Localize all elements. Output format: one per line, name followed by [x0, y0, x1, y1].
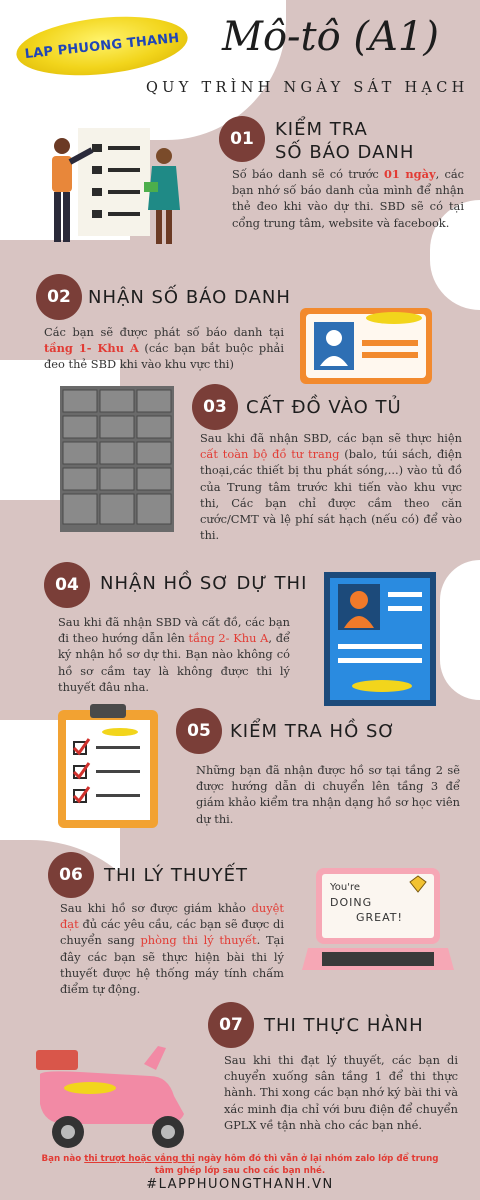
- background-white-left: [0, 360, 60, 500]
- scooter-icon: [36, 1046, 184, 1148]
- step-06-title: THI LÝ THUYẾT: [104, 865, 248, 886]
- step-number-06: 06: [48, 852, 94, 898]
- step-01-text: Số báo danh sẽ có trước 01 ngày, các bạn…: [232, 167, 464, 230]
- step-07-title: THI THỰC HÀNH: [264, 1015, 424, 1036]
- step-05-title: KIỂM TRA HỒ SƠ: [230, 721, 396, 742]
- page-subtitle: QUY TRÌNH NGÀY SÁT HẠCH: [146, 80, 469, 96]
- step-03-text: Sau khi đã nhận SBD, các bạn sẽ thực hiệ…: [200, 431, 462, 543]
- footer-hashtag: #LAPPHUONGTHANH.VN: [146, 1177, 334, 1192]
- step-number-04: 04: [44, 562, 90, 608]
- laptop-icon: You're DOING GREAT!: [302, 866, 454, 984]
- step-01-title-line2: SỐ BÁO DANH: [275, 142, 415, 163]
- step-number-07: 07: [208, 1002, 254, 1048]
- step-01-title-line1: KIỂM TRA: [275, 119, 368, 140]
- id-card-icon: [300, 308, 432, 384]
- step-02-title: NHẬN SỐ BÁO DANH: [88, 287, 291, 308]
- step-07-text: Sau khi thi đạt lý thuyết, các bạn di ch…: [224, 1053, 458, 1132]
- step-number-02: 02: [36, 274, 82, 320]
- background-white-left-mid: [0, 720, 40, 840]
- laptop-line3: GREAT!: [356, 911, 403, 924]
- locker-icon: [60, 386, 174, 532]
- step-03-title: CẤT ĐỒ VÀO TỦ: [246, 397, 402, 418]
- step-number-03: 03: [192, 384, 238, 430]
- laptop-line1: You're: [330, 882, 361, 893]
- step-number-01: 01: [219, 116, 265, 162]
- people-checklist-icon: [52, 128, 180, 244]
- step-04-text: Sau khi đã nhận SBD và cất đồ, các bạn đ…: [58, 615, 290, 694]
- profile-document-icon: [324, 572, 436, 706]
- step-05-text: Những bạn đã nhận được hồ sơ tại tầng 2 …: [196, 763, 460, 826]
- background-white-right2: [440, 560, 480, 700]
- step-06-text: Sau khi hồ sơ được giám khảo duyệt đạt đ…: [60, 901, 284, 997]
- footer-note: Bạn nào thi trượt hoặc vắng thi ngày hôm…: [41, 1154, 439, 1176]
- laptop-line2: DOING: [330, 896, 373, 909]
- checklist-clipboard-icon: [58, 704, 158, 828]
- step-02-text: Các bạn sẽ được phát số báo danh tại tần…: [44, 325, 284, 372]
- step-number-05: 05: [176, 708, 222, 754]
- page-title: Mô-tô (A1): [222, 14, 439, 60]
- step-04-title: NHẬN HỒ SƠ DỰ THI: [100, 573, 308, 594]
